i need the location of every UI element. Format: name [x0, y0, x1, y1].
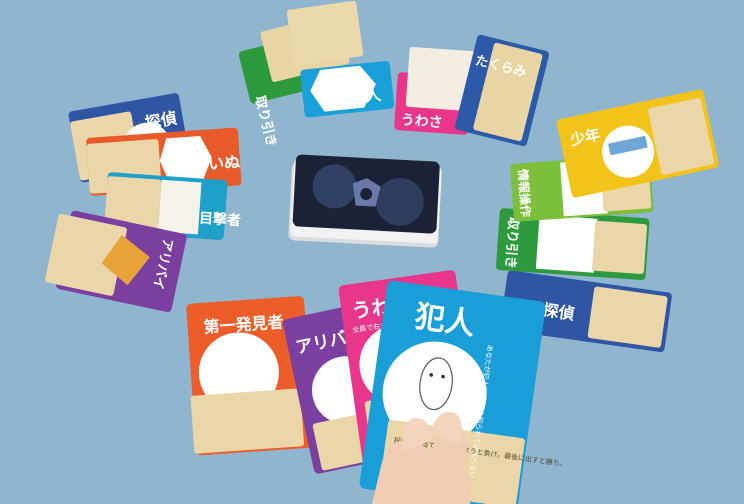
left-card-3-label: 目撃者 — [198, 209, 241, 229]
top-card-3-label: うわさ — [400, 112, 443, 131]
center-deck — [288, 154, 442, 248]
top-paper-card — [286, 0, 364, 66]
left-card-2-label: いぬ — [207, 152, 240, 173]
deck-top-card — [292, 154, 440, 234]
top-card-2: 一般人 — [300, 60, 395, 118]
card-game-scene: 取り引き 一般人 うわさ たくらみ 探偵 いぬ 目撃者 アリバイ 探偵 取り引き… — [0, 0, 744, 504]
